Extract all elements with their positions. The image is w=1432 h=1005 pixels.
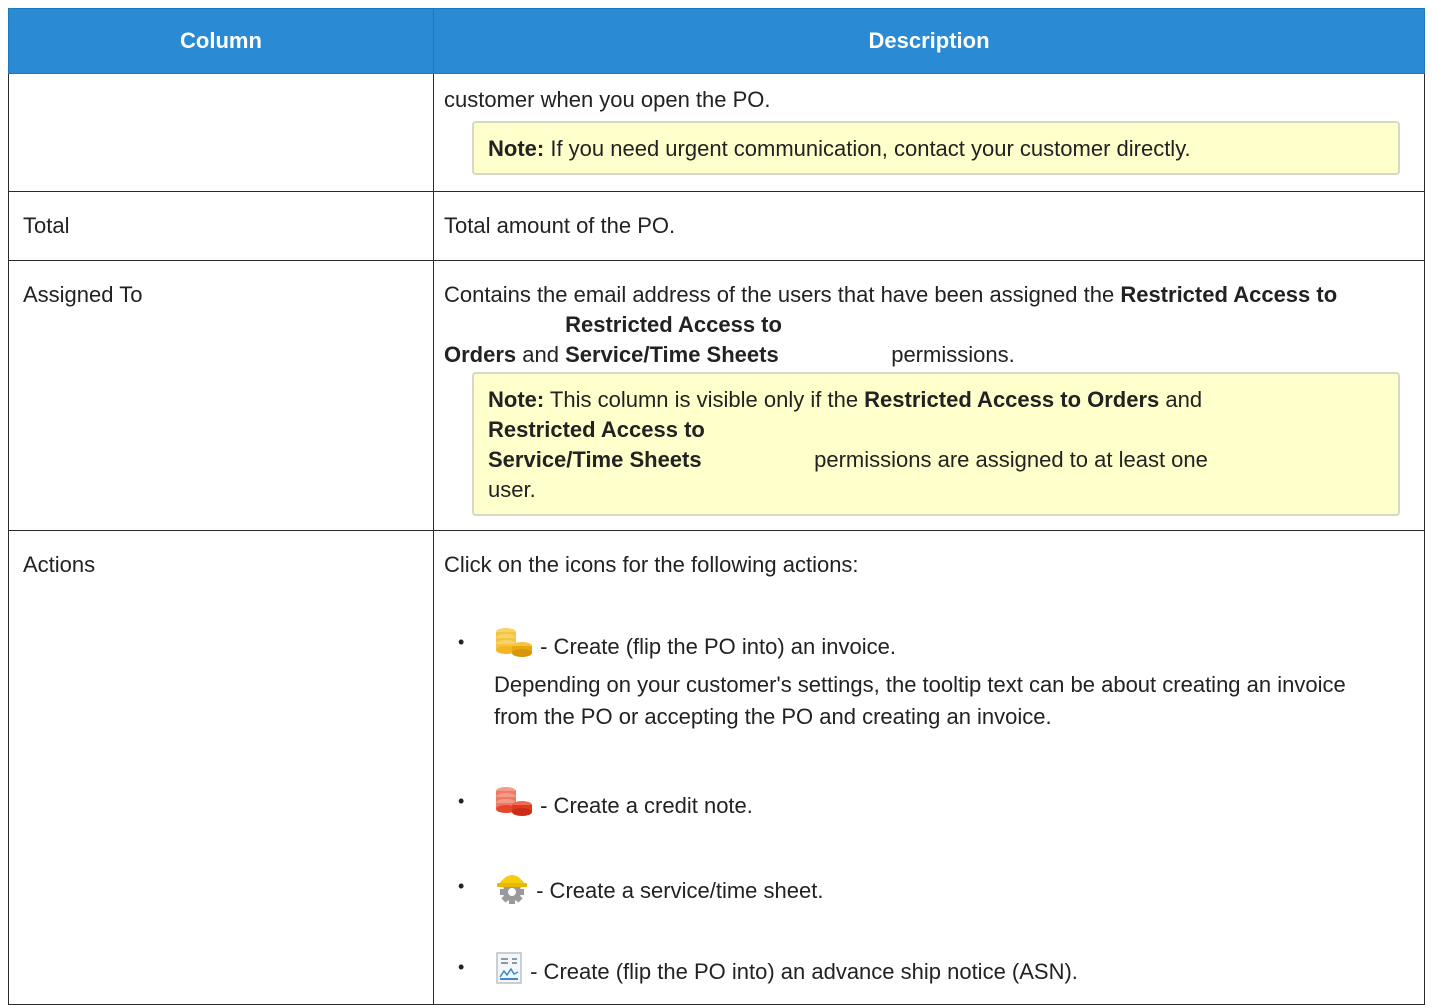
note-label: Note: (488, 136, 545, 161)
text-segment: Contains the email address of the users … (444, 282, 1121, 307)
column-description-table: Column Description customer when you ope… (8, 8, 1425, 1005)
permission-restricted-orders: Restricted Access to Orders (864, 387, 1160, 412)
action-text: - Create a service/time sheet. (530, 878, 824, 903)
invoice-coins-icon[interactable] (494, 626, 534, 669)
action-text: - Create (flip the PO into) an invoice. (534, 634, 896, 659)
column-cell (8, 73, 434, 192)
permission-restricted-service-sheets: Restricted Access to Service/Time Sheets (488, 417, 705, 472)
note-text: If you need urgent communication, contac… (544, 136, 1191, 161)
bullet: • (458, 957, 465, 977)
text-segment: permissions. (885, 342, 1015, 367)
column-cell: Total (8, 191, 434, 261)
bullet: • (458, 791, 465, 811)
description-cell: customer when you open the PO. Note: If … (433, 73, 1425, 192)
note-text: This column is visible only if the (544, 387, 865, 412)
note-box: Note: This column is visible only if the… (472, 372, 1400, 516)
note-text: and (1159, 387, 1203, 412)
actions-intro: Click on the icons for the following act… (444, 552, 859, 577)
description-cell: Click on the icons for the following act… (433, 530, 1425, 1005)
action-text: - Create (flip the PO into) an advance s… (524, 959, 1078, 984)
list-item: • (444, 626, 1414, 733)
header-column: Column (8, 8, 434, 74)
text-segment: and (516, 342, 566, 367)
description-cell: Contains the email address of the users … (433, 260, 1425, 531)
table-row: customer when you open the PO. Note: If … (8, 73, 1425, 192)
column-cell: Actions (8, 530, 434, 1005)
note-box: Note: If you need urgent communication, … (472, 121, 1400, 175)
service-sheet-hardhat-icon[interactable] (494, 870, 530, 913)
table-header-row: Column Description (8, 8, 1425, 74)
asn-document-icon[interactable] (494, 951, 524, 994)
list-item: • - Create (flip the PO into) an advance… (444, 951, 1414, 994)
description-cell: Total amount of the PO. (433, 191, 1425, 261)
header-description: Description (433, 8, 1425, 74)
action-text: - Create a credit note. (534, 793, 753, 818)
description-text: customer when you open the PO. (444, 87, 771, 112)
table-row: Assigned To Contains the email address o… (8, 260, 1425, 531)
note-label: Note: (488, 387, 545, 412)
table-row: Total Total amount of the PO. (8, 191, 1425, 261)
description-text: Contains the email address of the users … (444, 280, 1404, 370)
permission-restricted-service-sheets: Restricted Access to Service/Time Sheets (565, 312, 782, 367)
credit-note-coins-icon[interactable] (494, 785, 534, 828)
list-item: • (444, 785, 1414, 828)
bullet: • (458, 876, 465, 896)
list-item: • (444, 870, 1414, 913)
actions-list: • - Create (flip the PO into) an invoice… (444, 626, 1414, 994)
column-cell: Assigned To (8, 260, 434, 531)
table-row: Actions Click on the icons for the follo… (8, 530, 1425, 1005)
bullet: • (458, 632, 465, 652)
action-detail: Depending on your customer's settings, t… (494, 672, 1346, 729)
